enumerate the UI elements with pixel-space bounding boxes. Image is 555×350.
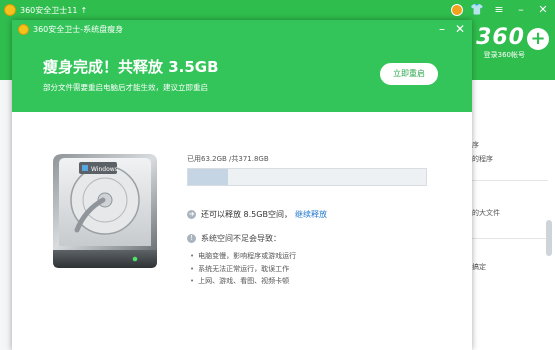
- restart-now-button[interactable]: 立即重启: [380, 63, 438, 85]
- scrollbar-thumb[interactable]: [546, 220, 552, 256]
- main-window-title: 360安全卫士11: [20, 5, 78, 15]
- result-subline: 部分文件需要重启电脑后才能生效，建议立即重启: [43, 83, 208, 92]
- release-row: ➜ 还可以释放 8.5GB空间， 继续释放: [187, 209, 327, 220]
- brand-logo: 360: [476, 25, 525, 50]
- update-arrow-icon[interactable]: ↑: [80, 6, 87, 15]
- result-headline: 瘦身完成！共释放 3.5GB: [43, 58, 219, 76]
- disk-brand-label: Windows: [91, 166, 118, 173]
- arrow-right-icon: ➜: [187, 210, 196, 219]
- warning-title: 系统空间不足会导致：: [201, 234, 281, 243]
- app-logo-icon: [18, 24, 29, 35]
- close-icon[interactable]: ✕: [535, 3, 551, 17]
- warning-row: ! 系统空间不足会导致：: [187, 233, 281, 244]
- continue-release-link[interactable]: 继续释放: [295, 209, 327, 220]
- login-link[interactable]: 登录360帐号: [484, 50, 525, 60]
- divider: [472, 180, 548, 181]
- list-item: 系统无法正常运行，耽误工作: [190, 263, 296, 276]
- medal-icon[interactable]: [451, 4, 463, 16]
- menu-icon[interactable]: ≡: [491, 3, 507, 17]
- warning-list: 电脑变慢，影响程序或游戏运行 系统无法正常运行，耽误工作 上网、游戏、看图、视频…: [190, 250, 296, 288]
- skin-icon[interactable]: 👕: [469, 3, 485, 17]
- release-text: 还可以释放 8.5GB空间，: [201, 210, 292, 219]
- dialog-title: 360安全卫士-系统盘瘦身: [33, 25, 124, 34]
- dialog-titlebar: 360安全卫士-系统盘瘦身: [18, 24, 123, 35]
- hard-disk-icon: Windows: [53, 154, 157, 268]
- disk-usage-fill: [188, 169, 228, 185]
- divider: [472, 238, 548, 239]
- info-icon: !: [187, 234, 196, 243]
- dialog-controls: – ✕: [434, 22, 468, 36]
- add-icon[interactable]: +: [527, 28, 549, 50]
- minimize-icon[interactable]: –: [434, 22, 450, 36]
- list-item: 电脑变慢，影响程序或游戏运行: [190, 250, 296, 263]
- minimize-icon[interactable]: –: [513, 3, 529, 17]
- list-item: 上网、游戏、看图、视频卡顿: [190, 275, 296, 288]
- app-logo-icon: [4, 4, 16, 16]
- disk-used-text: 已用63.2GB /共371.8GB: [187, 155, 269, 163]
- main-window-controls: 👕 ≡ – ✕: [451, 3, 551, 17]
- close-icon[interactable]: ✕: [452, 22, 468, 36]
- left-strip: [0, 80, 12, 350]
- disk-usage-bar: [187, 168, 427, 186]
